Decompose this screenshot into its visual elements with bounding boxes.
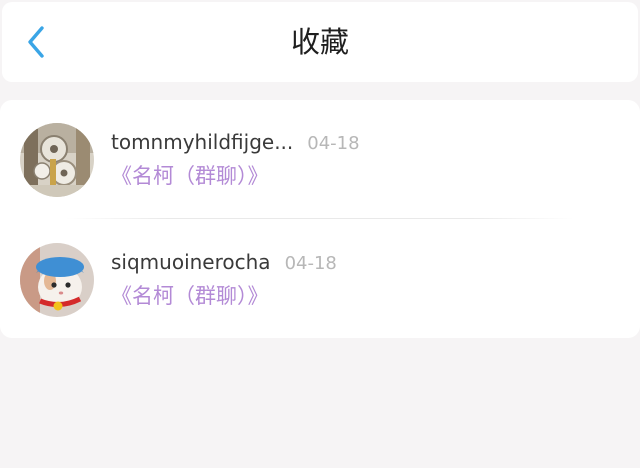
group-link[interactable]: 《名柯（群聊）》 <box>111 162 269 190</box>
name-line: siqmuoinerocha 04-18 <box>111 250 337 278</box>
cat-in-blue-hat-photo <box>20 243 94 317</box>
date-label: 04-18 <box>307 133 360 154</box>
list-item[interactable]: siqmuoinerocha 04-18 《名柯（群聊）》 <box>0 220 640 338</box>
name-line: tomnmyhildfijge... 04-18 <box>111 130 360 158</box>
group-link[interactable]: 《名柯（群聊）》 <box>111 282 269 310</box>
header-bar: 收藏 <box>2 2 638 82</box>
favorites-list: tomnmyhildfijge... 04-18 《名柯（群聊）》 siqmuo… <box>0 100 640 338</box>
username[interactable]: siqmuoinerocha <box>111 250 271 274</box>
date-label: 04-18 <box>284 253 337 274</box>
page-title: 收藏 <box>290 25 349 59</box>
avatar[interactable] <box>20 123 94 197</box>
divider <box>66 218 574 219</box>
favorites-page: 收藏 tomnmyhildfijge... 04-18 《名柯（群聊）》 siq… <box>0 0 640 468</box>
gear-figure-photo <box>20 123 94 197</box>
avatar[interactable] <box>20 243 94 317</box>
username[interactable]: tomnmyhildfijge... <box>111 130 293 154</box>
list-item[interactable]: tomnmyhildfijge... 04-18 《名柯（群聊）》 <box>0 100 640 218</box>
